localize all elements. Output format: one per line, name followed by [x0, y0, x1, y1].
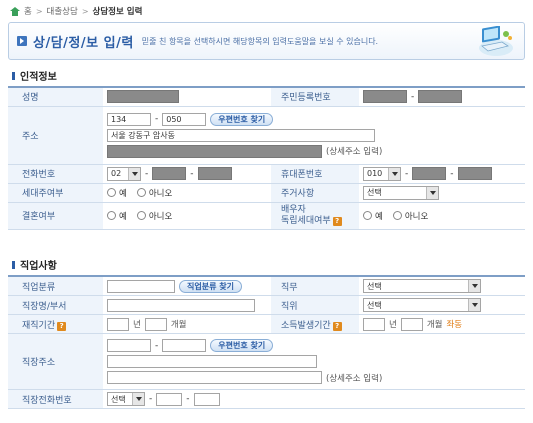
- help-icon[interactable]: ?: [57, 321, 67, 331]
- household-label: 세대주여부: [8, 183, 103, 203]
- work-phone-middle-input[interactable]: [156, 392, 183, 406]
- chevron-down-icon: [128, 167, 140, 180]
- breadcrumb-loan-consult[interactable]: 대출상담: [47, 5, 78, 17]
- company-input[interactable]: [107, 298, 255, 312]
- ssn-front-input[interactable]: [363, 90, 407, 104]
- income-years-input[interactable]: [363, 317, 385, 331]
- work-zip-second-input[interactable]: [162, 339, 207, 352]
- computer-icon: [479, 26, 513, 56]
- arrow-icon: [17, 36, 27, 46]
- address-detail-input[interactable]: [107, 144, 322, 158]
- work-zip-first-input[interactable]: [107, 339, 151, 352]
- work-address-detail-input[interactable]: [107, 371, 322, 384]
- section-title-text: 인적정보: [20, 72, 57, 83]
- address-label: 주소: [8, 106, 103, 165]
- phone-label: 전화번호: [8, 164, 103, 184]
- phone-middle-input[interactable]: [152, 167, 187, 180]
- duty-select[interactable]: 선택: [363, 279, 481, 293]
- help-icon[interactable]: ?: [332, 321, 342, 331]
- mobile-label: 휴대폰번호: [271, 164, 359, 184]
- work-zip-search-button[interactable]: 우편번호 찾기: [210, 339, 274, 352]
- zip-search-button[interactable]: 우편번호 찾기: [210, 112, 274, 126]
- page-description: 믿줄 친 항목을 선택하시면 해당항목의 입력도움말을 보실 수 있습니다.: [141, 36, 379, 46]
- work-phone-label: 직장전화번호: [8, 389, 103, 409]
- mobile-middle-input[interactable]: [412, 167, 447, 180]
- tenure-years-input[interactable]: [107, 317, 129, 331]
- tenure-label: 재직기간?: [8, 314, 103, 334]
- duty-label: 직무: [271, 276, 359, 296]
- section-title-text: 직업사항: [20, 261, 57, 272]
- spouse-label: 배우자 독립세대여부?: [271, 202, 359, 230]
- marital-label: 결혼여부: [8, 202, 103, 230]
- ssn-label: 주민등록번호: [271, 87, 359, 107]
- household-no-radio[interactable]: 아니오: [136, 187, 172, 199]
- home-icon[interactable]: [10, 6, 20, 16]
- name-input[interactable]: [107, 90, 179, 104]
- page-banner: 상/담/정/보 입/력 믿줄 친 항목을 선택하시면 해당항목의 입력도움말을 …: [8, 22, 525, 60]
- marital-yes-radio[interactable]: 예: [107, 210, 127, 222]
- chevron-down-icon: [388, 167, 400, 180]
- section-bullet-icon: [12, 260, 15, 269]
- personal-info-table: 성명 주민등록번호 - 주소 134 - 050 우편번호 찾기 서울 강동구 …: [8, 86, 525, 230]
- spouse-no-radio[interactable]: 아니오: [392, 210, 428, 222]
- chevron-down-icon: [426, 186, 438, 199]
- housing-label: 주거사항: [271, 183, 359, 203]
- breadcrumb-home[interactable]: 홈: [24, 5, 32, 17]
- chevron-down-icon: [468, 299, 480, 311]
- breadcrumb: 홈 > 대출상담 > 상담정보 입력: [10, 4, 142, 18]
- address-detail-hint: (상세주소 입력): [326, 147, 383, 157]
- chevron-down-icon: [468, 280, 480, 292]
- work-address-input[interactable]: [107, 355, 317, 368]
- section-job-info: 직업사항: [12, 257, 57, 272]
- mobile-prefix-select[interactable]: 010: [363, 166, 401, 181]
- work-phone-area-select[interactable]: 선택: [107, 392, 145, 406]
- breadcrumb-separator: >: [81, 6, 89, 16]
- zip-first-input[interactable]: 134: [107, 112, 151, 126]
- mobile-last-input[interactable]: [457, 167, 492, 180]
- income-months-input[interactable]: [400, 317, 423, 331]
- page-title: 상/담/정/보 입/력: [33, 35, 134, 51]
- section-personal-info: 인적정보: [12, 68, 57, 83]
- section-bullet-icon: [12, 71, 15, 80]
- phone-last-input[interactable]: [197, 167, 232, 180]
- job-category-label: 직업분류: [8, 276, 103, 296]
- zip-second-input[interactable]: 050: [162, 112, 207, 126]
- help-icon[interactable]: ?: [332, 216, 342, 226]
- position-label: 직위: [271, 295, 359, 315]
- work-phone-last-input[interactable]: [193, 392, 220, 406]
- address-input[interactable]: 서울 강동구 암사동: [107, 128, 375, 142]
- work-address-detail-hint: (상세주소 입력): [326, 373, 383, 384]
- housing-select[interactable]: 선택: [363, 185, 439, 200]
- phone-area-select[interactable]: 02: [107, 166, 141, 181]
- same-as-tenure-link[interactable]: 좌동: [446, 318, 462, 330]
- tenure-months-input[interactable]: [144, 317, 167, 331]
- marital-no-radio[interactable]: 아니오: [136, 210, 172, 222]
- position-select[interactable]: 선택: [363, 298, 481, 312]
- company-label: 직장명/부서: [8, 295, 103, 315]
- work-address-label: 직장주소: [8, 333, 103, 390]
- household-yes-radio[interactable]: 예: [107, 187, 127, 199]
- chevron-down-icon: [132, 393, 144, 405]
- job-category-search-button[interactable]: 직업분류 찾기: [179, 279, 242, 293]
- job-category-input[interactable]: [107, 279, 175, 293]
- spouse-yes-radio[interactable]: 예: [363, 210, 383, 222]
- name-label: 성명: [8, 87, 103, 107]
- breadcrumb-current: 상담정보 입력: [92, 7, 143, 17]
- income-period-label: 소득발생기간?: [271, 314, 359, 334]
- breadcrumb-separator: >: [35, 6, 43, 16]
- ssn-back-input[interactable]: [418, 90, 463, 104]
- job-info-table: 직업분류 직업분류 찾기 직무 선택 직장명/부서 직위 선택 재직기간? 년 …: [8, 275, 525, 409]
